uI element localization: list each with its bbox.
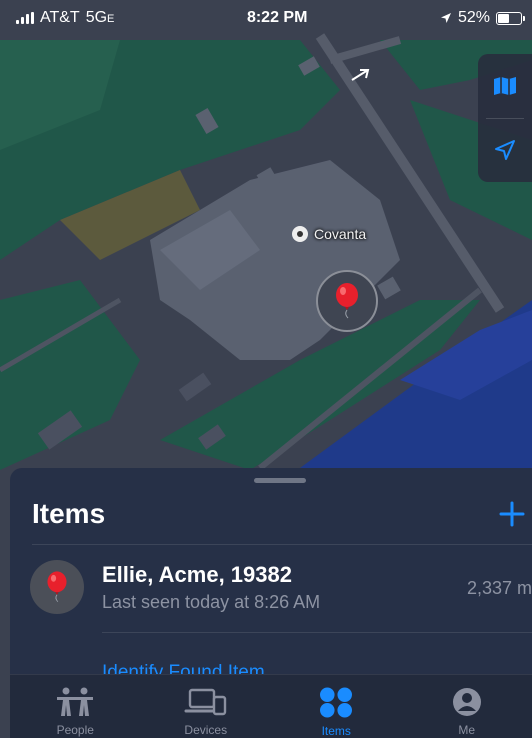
item-avatar [30, 560, 84, 614]
tab-label: Me [458, 723, 476, 737]
item-distance: 2,337 m [466, 578, 532, 598]
items-sheet: Items Ellie, Acme, 19382 Last seen today… [10, 468, 532, 683]
separator [32, 544, 532, 545]
network-type: 5G [85, 9, 108, 26]
location-arrow-icon [495, 140, 515, 161]
battery-percent: 52% [457, 9, 490, 26]
tab-bar: People Devices Items Me [10, 674, 532, 738]
map-mode-button[interactable] [478, 54, 532, 118]
plus-icon [499, 501, 525, 527]
items-icon [320, 687, 353, 718]
add-item-button[interactable] [494, 496, 530, 532]
poi-dot-icon [292, 226, 308, 242]
tab-people[interactable]: People [10, 675, 141, 738]
separator [102, 632, 532, 633]
network-label: 5GE [86, 9, 115, 27]
tab-items[interactable]: Items [271, 675, 402, 738]
list-item[interactable]: Ellie, Acme, 19382 Last seen today at 8:… [10, 546, 532, 632]
current-location-button[interactable] [478, 119, 532, 183]
poi-label: Covanta [314, 226, 367, 242]
network-suffix: E [107, 13, 115, 25]
sheet-grabber[interactable] [254, 478, 306, 483]
cellular-signal-icon [16, 12, 34, 24]
poi-marker[interactable]: Covanta [292, 226, 366, 242]
map-icon [494, 76, 516, 95]
status-left: AT&T 5GE [16, 9, 114, 27]
carrier-label: AT&T [40, 9, 80, 26]
tab-label: Items [321, 724, 351, 738]
balloon-icon [47, 571, 67, 603]
map-controls [478, 54, 532, 182]
balloon-icon [336, 283, 358, 319]
item-last-seen: Last seen today at 8:26 AM [102, 592, 321, 612]
battery-fill [497, 13, 510, 23]
tab-label: Devices [184, 723, 228, 737]
status-bar: AT&T 5GE 8:22 PM 52% [0, 0, 532, 36]
me-icon [452, 688, 481, 716]
sheet-title: Items [32, 498, 106, 529]
devices-icon [184, 688, 226, 716]
item-name: Ellie, Acme, 19382 [102, 562, 292, 587]
clock: 8:22 PM [246, 9, 308, 26]
people-icon [57, 687, 94, 716]
tab-me[interactable]: Me [402, 675, 532, 738]
tab-label: People [56, 723, 94, 737]
tab-devices[interactable]: Devices [141, 675, 272, 738]
location-services-icon [440, 13, 451, 23]
status-right: 52% [440, 9, 525, 27]
item-map-pin[interactable] [316, 270, 378, 332]
battery-icon [495, 11, 525, 25]
